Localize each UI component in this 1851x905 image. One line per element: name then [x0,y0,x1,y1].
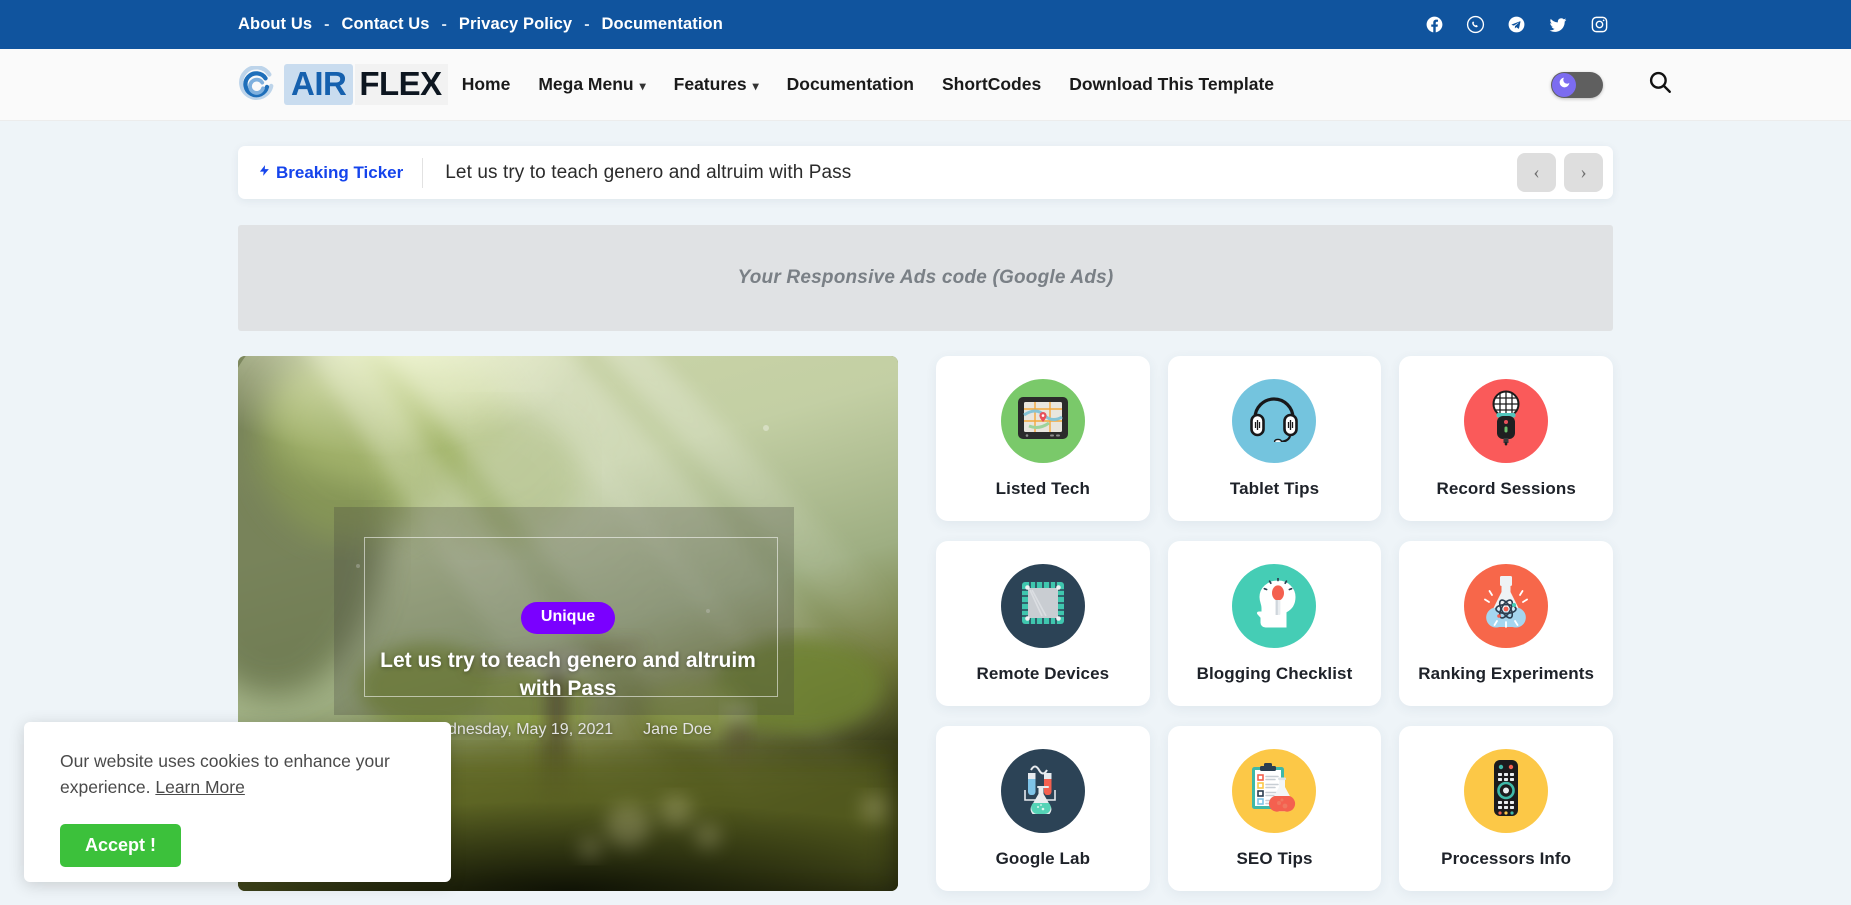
chevron-down-icon: ▾ [752,78,759,93]
toggle-knob [1552,72,1576,97]
category-card-seo-tips[interactable]: SEO Tips [1167,726,1382,891]
category-label: Tablet Tips [1229,478,1320,498]
category-card-listed-tech[interactable]: Listed Tech [936,356,1150,521]
ticker-next-button[interactable]: › [1564,153,1603,192]
hero-author[interactable]: Jane Doe [643,721,712,739]
nav-label: Mega Menu [538,74,634,94]
twitter-icon[interactable] [1548,15,1568,35]
topbar-links: About Us - Contact Us - Privacy Policy -… [238,15,723,34]
chevron-down-icon: ▾ [639,78,646,93]
clipboard-flask-icon [1248,761,1300,820]
gps-tablet-icon [1017,396,1069,445]
category-label: SEO Tips [1236,848,1313,868]
category-icon-wrapper [1000,748,1085,833]
category-card-record-sessions[interactable]: Record Sessions [1399,356,1613,521]
category-icon-wrapper [1232,748,1317,833]
nav-item-features[interactable]: Features ▾ [674,74,759,95]
topbar-link-documentation[interactable]: Documentation [602,15,723,34]
headset-icon [1249,394,1299,447]
ticker-prev-button[interactable]: ‹ [1517,153,1556,192]
ads-placeholder-text: Your Responsive Ads code (Google Ads) [737,267,1114,288]
telegram-icon[interactable] [1507,15,1526,34]
category-icon-wrapper [1464,378,1549,463]
nav-label: Features [673,74,747,94]
category-icon-wrapper [1464,748,1549,833]
nav-label: Download This Template [1069,74,1275,94]
category-card-remote-devices[interactable]: Remote Devices [936,541,1150,706]
nav-item-home[interactable]: Home [462,74,511,95]
category-grid: Listed Tech Tablet Tips Record Sessions … [936,356,1613,891]
cookie-consent-banner: Our website uses cookies to enhance your… [24,722,451,882]
category-icon-wrapper [1000,378,1085,463]
ticker-label: Breaking Ticker [258,162,422,184]
site-logo[interactable]: AIR FLEX [238,64,448,105]
category-label: Ranking Experiments [1418,663,1595,683]
category-label: Listed Tech [995,478,1090,498]
hero-category-badge[interactable]: Unique [520,602,616,634]
hero-date: Wednesday, May 19, 2021 [424,721,614,739]
whatsapp-icon[interactable] [1466,15,1485,34]
ticker-controls: ‹ › [1517,153,1603,192]
microphone-icon [1489,390,1523,451]
category-icon-wrapper [1464,563,1549,648]
nav-label: ShortCodes [942,74,1042,94]
nav-item-documentation[interactable]: Documentation [787,74,914,95]
logo-text-air: AIR [284,64,354,105]
facebook-icon[interactable] [1425,15,1444,34]
lightning-bolt-icon [258,162,271,184]
header-actions [1551,69,1851,100]
nav-label: Home [461,74,511,94]
moon-icon [1558,76,1571,94]
ticker-headline[interactable]: Let us try to teach genero and altruim w… [423,162,851,184]
category-label: Record Sessions [1436,478,1576,498]
main-navigation: Home Mega Menu ▾ Features ▾ Documentatio… [462,74,1274,95]
top-utility-bar: About Us - Contact Us - Privacy Policy -… [0,0,1851,49]
nav-item-download-this-template[interactable]: Download This Template [1069,74,1274,95]
logo-text-flex: FLEX [355,64,448,105]
nav-item-mega-menu[interactable]: Mega Menu ▾ [538,74,645,95]
microchip-icon [1018,578,1068,633]
tv-remote-icon [1491,759,1521,822]
ticker-label-text: Breaking Ticker [276,162,404,182]
category-card-google-lab[interactable]: Google Lab [936,726,1150,891]
atom-flask-icon [1483,575,1529,636]
hero-title[interactable]: Let us try to teach genero and altruim w… [368,647,768,702]
lab-apparatus-icon [1017,762,1069,819]
category-icon-wrapper [1000,563,1085,648]
hero-caption: Unique Let us try to teach genero and al… [238,602,898,739]
cookie-accept-button[interactable]: Accept ! [60,823,182,867]
site-header: AIR FLEX Home Mega Menu ▾ Features ▾ Doc… [0,49,1851,121]
topbar-separator: - [441,15,447,33]
category-card-tablet-tips[interactable]: Tablet Tips [1167,356,1382,521]
category-card-processors-info[interactable]: Processors Info [1399,726,1613,891]
category-label: Google Lab [995,848,1091,868]
dark-mode-toggle[interactable] [1551,71,1603,98]
breaking-ticker: Breaking Ticker Let us try to teach gene… [238,146,1613,199]
topbar-separator: - [324,15,330,33]
idea-head-icon [1248,577,1300,633]
category-label: Blogging Checklist [1196,663,1353,683]
search-button[interactable] [1647,69,1673,100]
cookie-learn-more-link[interactable]: Learn More [155,777,245,797]
topbar-link-about-us[interactable]: About Us [238,15,312,34]
category-card-blogging-checklist[interactable]: Blogging Checklist [1167,541,1382,706]
category-icon-wrapper [1232,378,1317,463]
topbar-separator: - [584,15,590,33]
nav-item-shortcodes[interactable]: ShortCodes [942,74,1041,95]
search-icon [1647,69,1673,100]
category-card-ranking-experiments[interactable]: Ranking Experiments [1399,541,1613,706]
instagram-icon[interactable] [1590,15,1609,34]
social-links [1425,15,1791,35]
nav-label: Documentation [786,74,914,94]
category-label: Processors Info [1441,848,1572,868]
ads-placeholder: Your Responsive Ads code (Google Ads) [238,225,1613,331]
topbar-link-contact-us[interactable]: Contact Us [341,15,429,34]
category-label: Remote Devices [976,663,1110,683]
category-icon-wrapper [1232,563,1317,648]
topbar-link-privacy-policy[interactable]: Privacy Policy [459,15,572,34]
cookie-message: Our website uses cookies to enhance your… [60,749,421,801]
spiral-logo-icon [238,64,276,104]
